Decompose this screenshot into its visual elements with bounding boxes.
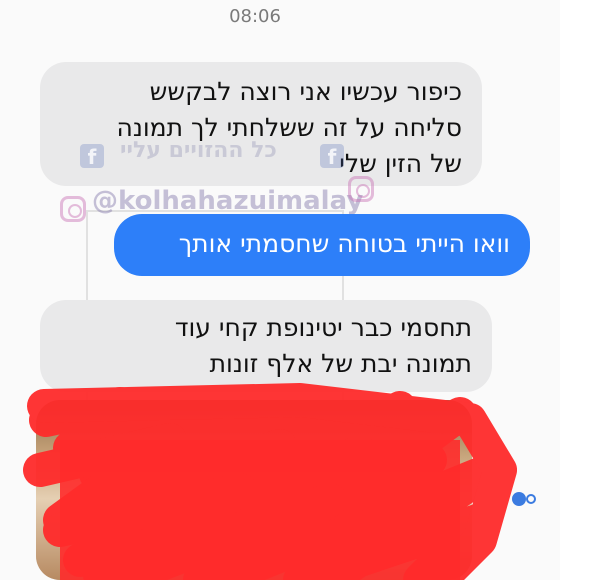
chat-screen: 08:06 כיפור עכשיו אני רוצה לבקשש סליחה ע… bbox=[0, 0, 560, 580]
censor-scribble bbox=[23, 383, 517, 580]
reaction-icon[interactable] bbox=[512, 492, 536, 506]
